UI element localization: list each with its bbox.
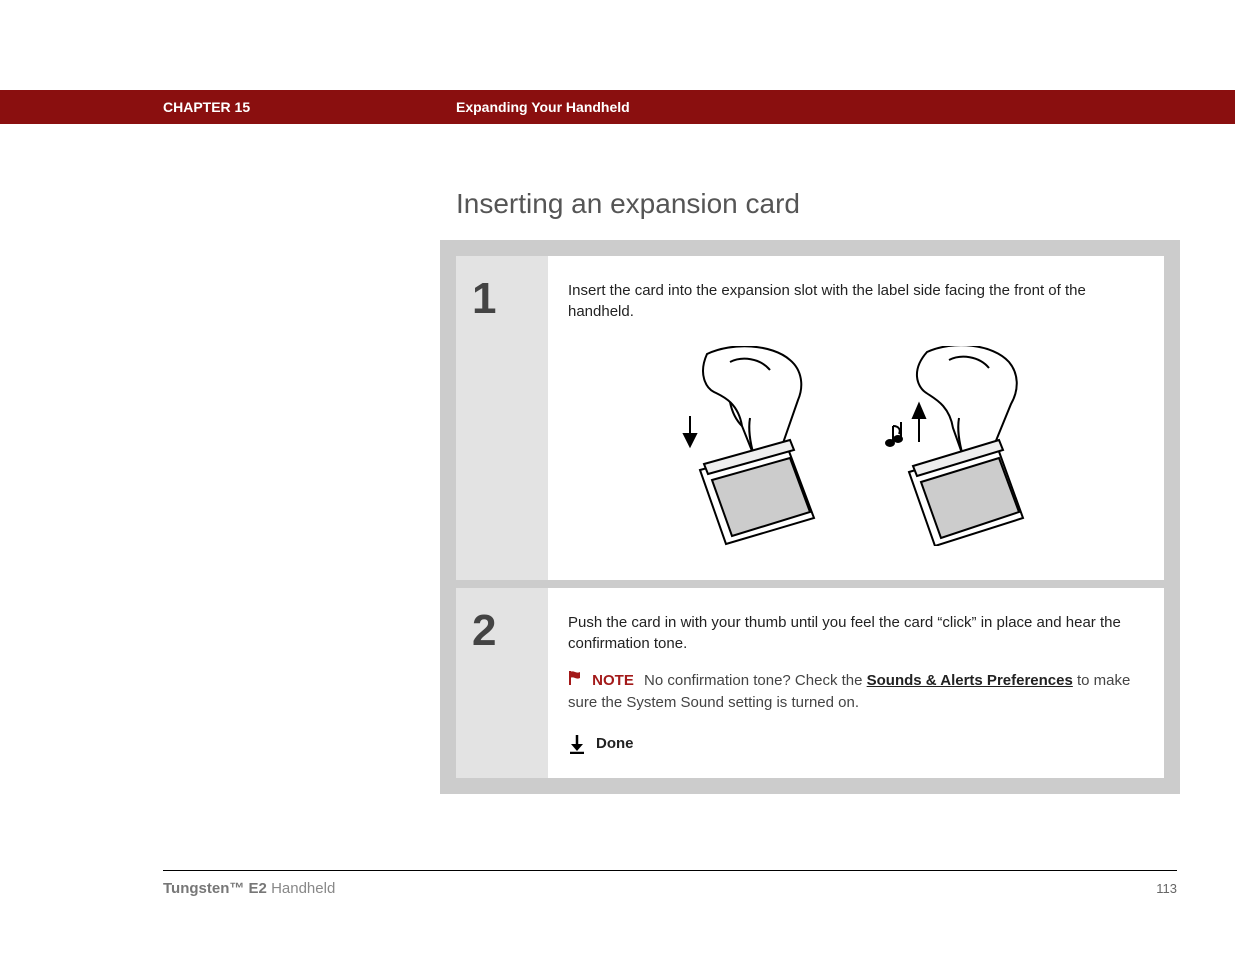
note-text-before: No confirmation tone? Check the	[644, 672, 867, 689]
done-row: Done	[568, 733, 1136, 754]
step-body-1: Insert the card into the expansion slot …	[548, 256, 1164, 580]
flag-icon	[568, 670, 584, 692]
product-name: Tungsten™ E2 Handheld	[163, 880, 335, 897]
step-2-text: Push the card in with your thumb until y…	[568, 612, 1136, 654]
step-body-2: Push the card in with your thumb until y…	[548, 588, 1164, 778]
steps-container: 1 Insert the card into the expansion slo…	[440, 240, 1180, 794]
step-1: 1 Insert the card into the expansion slo…	[456, 256, 1164, 580]
sounds-alerts-preferences-link[interactable]: Sounds & Alerts Preferences	[867, 672, 1073, 689]
note-row: NOTE No confirmation tone? Check the Sou…	[568, 670, 1136, 713]
step-1-text: Insert the card into the expansion slot …	[568, 280, 1136, 322]
confirm-card-illustration	[867, 346, 1042, 546]
done-arrow-icon	[568, 734, 586, 754]
chapter-title: Expanding Your Handheld	[456, 99, 630, 115]
chapter-label: CHAPTER 15	[163, 99, 250, 115]
note-label: NOTE	[592, 672, 634, 689]
insert-card-illustration	[662, 346, 837, 546]
step-1-illustration	[568, 346, 1136, 546]
section-title: Inserting an expansion card	[456, 188, 800, 220]
page-number: 113	[1156, 881, 1177, 896]
done-label: Done	[596, 733, 634, 754]
step-number-1: 1	[456, 256, 548, 580]
product-name-rest: Handheld	[267, 880, 335, 897]
footer-rule	[163, 870, 1177, 871]
step-2: 2 Push the card in with your thumb until…	[456, 588, 1164, 778]
step-number-2: 2	[456, 588, 548, 778]
chapter-header: CHAPTER 15 Expanding Your Handheld	[0, 90, 1235, 124]
product-name-bold: Tungsten™ E2	[163, 880, 267, 897]
page-footer: Tungsten™ E2 Handheld 113	[163, 880, 1177, 897]
